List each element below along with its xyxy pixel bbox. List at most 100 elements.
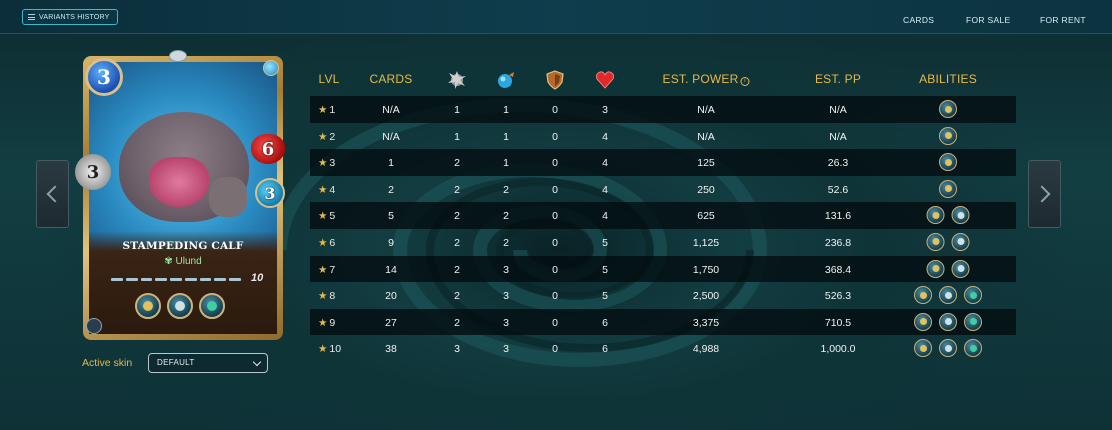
table-row: ★ 10 38 3 3 0 6 4,988 1,000.0 [310, 335, 1016, 362]
claw-icon[interactable] [964, 286, 982, 305]
cell-health: 6 [602, 343, 608, 356]
cell-health: 3 [602, 104, 608, 116]
cell-abilities [926, 259, 970, 278]
cell-armor: 0 [552, 210, 558, 223]
cell-speed: 3 [503, 290, 509, 303]
skull-icon[interactable] [167, 293, 193, 319]
table-row: ★ 6 9 2 2 0 5 1,125 236.8 [310, 229, 1016, 256]
cell-pp: 26.3 [827, 157, 849, 170]
stomp-icon[interactable] [939, 153, 957, 172]
cell-abilities [914, 286, 982, 305]
cell-cards: N/A [382, 130, 400, 143]
table-row: ★ 1 N/A 1 1 0 3 N/A N/A [310, 96, 1016, 123]
cell-pp: 710.5 [824, 316, 852, 329]
claw-icon[interactable] [199, 293, 225, 319]
cell-power: 1,125 [692, 236, 720, 249]
speed-icon [498, 72, 514, 88]
cell-speed: 1 [503, 104, 509, 116]
nav-cards[interactable]: CARDS [903, 15, 934, 25]
variants-history-button[interactable]: VARIANTS HISTORY [22, 9, 118, 25]
header-est-pp: EST. PP [814, 72, 862, 86]
cell-speed: 3 [503, 343, 509, 356]
variants-history-label: VARIANTS HISTORY [39, 13, 110, 21]
header-cards: CARDS [369, 72, 413, 86]
card-abilities [135, 293, 225, 319]
stomp-icon[interactable] [926, 206, 945, 225]
active-skin-value: DEFAULT [157, 358, 195, 367]
skull-icon[interactable] [951, 259, 970, 278]
chevron-left-icon [46, 185, 64, 203]
cell-lvl: ★ 9 [318, 317, 335, 329]
header-lvl: LVL [318, 72, 340, 86]
stomp-icon[interactable] [926, 259, 945, 278]
cell-power: 1,750 [692, 263, 720, 276]
stomp-icon[interactable] [939, 126, 957, 145]
nav-for-sale[interactable]: FOR SALE [966, 15, 1010, 25]
level-value: 9 [329, 316, 336, 329]
skull-icon[interactable] [951, 232, 970, 251]
stomp-icon[interactable] [914, 286, 932, 305]
cell-abilities [914, 339, 982, 358]
cell-speed: 1 [503, 130, 509, 143]
edition-icon [86, 318, 102, 334]
claw-icon[interactable] [964, 312, 982, 331]
cell-lvl: ★ 7 [318, 264, 335, 276]
cell-speed: 2 [503, 183, 509, 196]
cell-abilities [939, 126, 957, 145]
stomp-icon[interactable] [939, 100, 957, 118]
cell-cards: 9 [388, 236, 394, 249]
top-bar: VARIANTS HISTORY CARDS FOR SALE FOR RENT [0, 0, 1112, 34]
table-row: ★ 7 14 2 3 0 5 1,750 368.4 [310, 255, 1016, 283]
cell-pp: N/A [829, 104, 847, 116]
info-icon[interactable]: i [740, 77, 750, 86]
stomp-icon[interactable] [926, 232, 945, 251]
cell-armor: 0 [552, 104, 558, 116]
cell-abilities [914, 312, 982, 331]
previous-card-button[interactable] [36, 160, 69, 228]
cell-cards: 1 [388, 157, 394, 170]
skull-icon[interactable] [939, 312, 957, 331]
cell-power: 250 [697, 183, 715, 196]
cell-melee: 2 [454, 236, 460, 249]
cell-cards: N/A [382, 104, 400, 116]
cell-power: N/A [697, 130, 715, 143]
stomp-icon[interactable] [939, 179, 957, 198]
cell-health: 4 [602, 210, 608, 223]
cell-speed: 3 [503, 316, 509, 329]
stomp-icon[interactable] [914, 339, 932, 358]
claw-icon[interactable] [964, 339, 982, 358]
cell-lvl: ★ 5 [318, 210, 335, 222]
skull-icon[interactable] [939, 339, 957, 358]
card-level: 10 [251, 272, 264, 284]
star-icon: ★ [318, 157, 328, 170]
level-value: 5 [329, 210, 336, 223]
stomp-icon[interactable] [135, 293, 161, 319]
nav-for-rent[interactable]: FOR RENT [1040, 15, 1086, 25]
level-value: 2 [329, 130, 336, 143]
table-row: ★ 2 N/A 1 1 0 4 N/A N/A [310, 123, 1016, 150]
cell-melee: 2 [454, 290, 460, 303]
monster-card[interactable]: 3 6 3 3 STAMPEDING CALF ✾ Ulund 10 [75, 50, 285, 340]
next-card-button[interactable] [1028, 160, 1061, 228]
cell-health: 5 [602, 290, 608, 303]
star-icon: ★ [318, 343, 328, 356]
cell-melee: 2 [454, 183, 460, 196]
cell-abilities [926, 232, 970, 251]
card-health: 6 [251, 134, 285, 164]
cell-pp: N/A [829, 130, 847, 143]
stomp-icon[interactable] [914, 312, 932, 331]
active-skin-select[interactable]: DEFAULT [148, 353, 268, 373]
cell-armor: 0 [552, 263, 558, 276]
cell-melee: 3 [454, 343, 460, 356]
cell-lvl: ★ 1 [318, 104, 335, 116]
star-icon: ★ [318, 104, 328, 116]
cell-speed: 2 [503, 236, 509, 249]
level-value: 1 [329, 104, 336, 116]
chevron-down-icon [252, 357, 262, 367]
skull-icon[interactable] [951, 206, 970, 225]
cell-speed: 1 [503, 157, 509, 170]
cell-armor: 0 [552, 290, 558, 303]
cell-cards: 14 [385, 263, 397, 276]
skull-icon[interactable] [939, 286, 957, 305]
star-icon: ★ [318, 130, 328, 143]
